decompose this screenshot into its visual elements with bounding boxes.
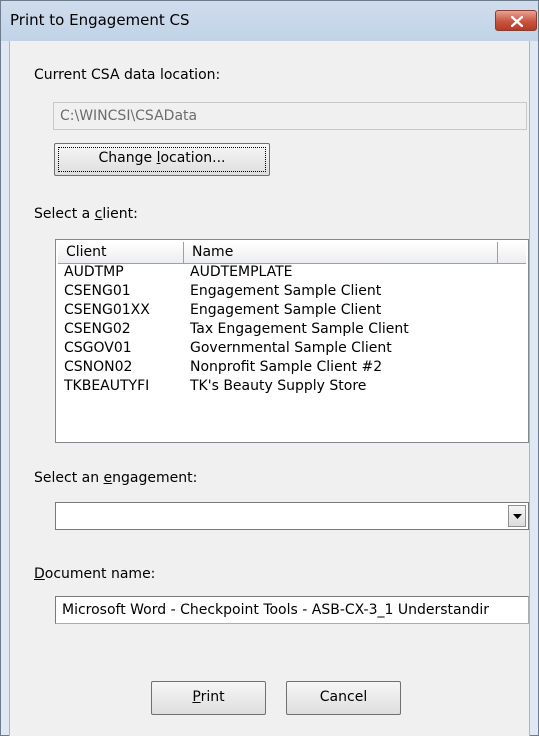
- client-code: TKBEAUTYFI: [64, 378, 150, 394]
- chevron-down-icon: [513, 514, 522, 519]
- client-code: CSENG01XX: [64, 302, 150, 318]
- cancel-label: Cancel: [319, 689, 368, 705]
- title-bar[interactable]: Print to Engagement CS: [1, 1, 538, 41]
- list-item[interactable]: TKBEAUTYFI TK's Beauty Supply Store: [60, 378, 530, 397]
- cancel-button[interactable]: Cancel: [286, 681, 401, 715]
- print-button[interactable]: Print: [151, 681, 266, 715]
- close-icon: [511, 16, 523, 27]
- client-name: Engagement Sample Client: [190, 283, 382, 299]
- client-name: Tax Engagement Sample Client: [190, 321, 409, 337]
- list-item[interactable]: CSGOV01 Governmental Sample Client: [60, 340, 530, 359]
- engagement-dropdown[interactable]: [55, 502, 529, 530]
- client-code: CSENG01: [64, 283, 131, 299]
- client-code: AUDTMP: [64, 264, 124, 280]
- close-button[interactable]: [495, 10, 537, 31]
- change-location-button[interactable]: Change location...: [54, 143, 270, 176]
- list-item[interactable]: CSENG01 Engagement Sample Client: [60, 283, 530, 302]
- dialog-window: Print to Engagement CS Current CSA data …: [0, 0, 539, 736]
- client-list[interactable]: Client Name AUDTMP AUDTEMPLATE CSENG01 Enga…: [55, 239, 529, 443]
- client-label: Select a client:: [34, 206, 138, 222]
- location-label: Current CSA data location:: [34, 67, 221, 83]
- client-name: AUDTEMPLATE: [190, 264, 293, 280]
- engagement-label: Select an engagement:: [34, 470, 198, 486]
- document-name-field[interactable]: Microsoft Word - Checkpoint Tools - ASB-…: [55, 596, 529, 624]
- client-name: Engagement Sample Client: [190, 302, 382, 318]
- dropdown-button[interactable]: [508, 505, 526, 527]
- location-field: C:\WINCSI\CSAData: [53, 102, 527, 130]
- column-header-filler: [498, 242, 526, 263]
- list-item[interactable]: CSENG01XX Engagement Sample Client: [60, 302, 530, 321]
- column-header-name[interactable]: Name: [184, 242, 498, 263]
- location-value: C:\WINCSI\CSAData: [60, 108, 198, 124]
- client-name: Governmental Sample Client: [190, 340, 392, 356]
- client-code: CSGOV01: [64, 340, 132, 356]
- client-name: Nonprofit Sample Client #2: [190, 359, 383, 375]
- window-title: Print to Engagement CS: [10, 11, 190, 29]
- client-code: CSNON02: [64, 359, 133, 375]
- column-header-client[interactable]: Client: [58, 242, 184, 263]
- client-name: TK's Beauty Supply Store: [190, 378, 367, 394]
- document-name-value: Microsoft Word - Checkpoint Tools - ASB-…: [62, 602, 490, 618]
- client-list-header: Client Name: [58, 242, 526, 264]
- list-item[interactable]: CSENG02 Tax Engagement Sample Client: [60, 321, 530, 340]
- client-code: CSENG02: [64, 321, 131, 337]
- print-label: Print: [192, 689, 225, 705]
- list-item[interactable]: CSNON02 Nonprofit Sample Client #2: [60, 359, 530, 378]
- change-location-label: Change location...: [98, 150, 226, 166]
- list-item[interactable]: AUDTMP AUDTEMPLATE: [60, 264, 530, 283]
- dialog-body: Current CSA data location: C:\WINCSI\CSA…: [9, 41, 530, 736]
- document-label: Document name:: [34, 566, 156, 582]
